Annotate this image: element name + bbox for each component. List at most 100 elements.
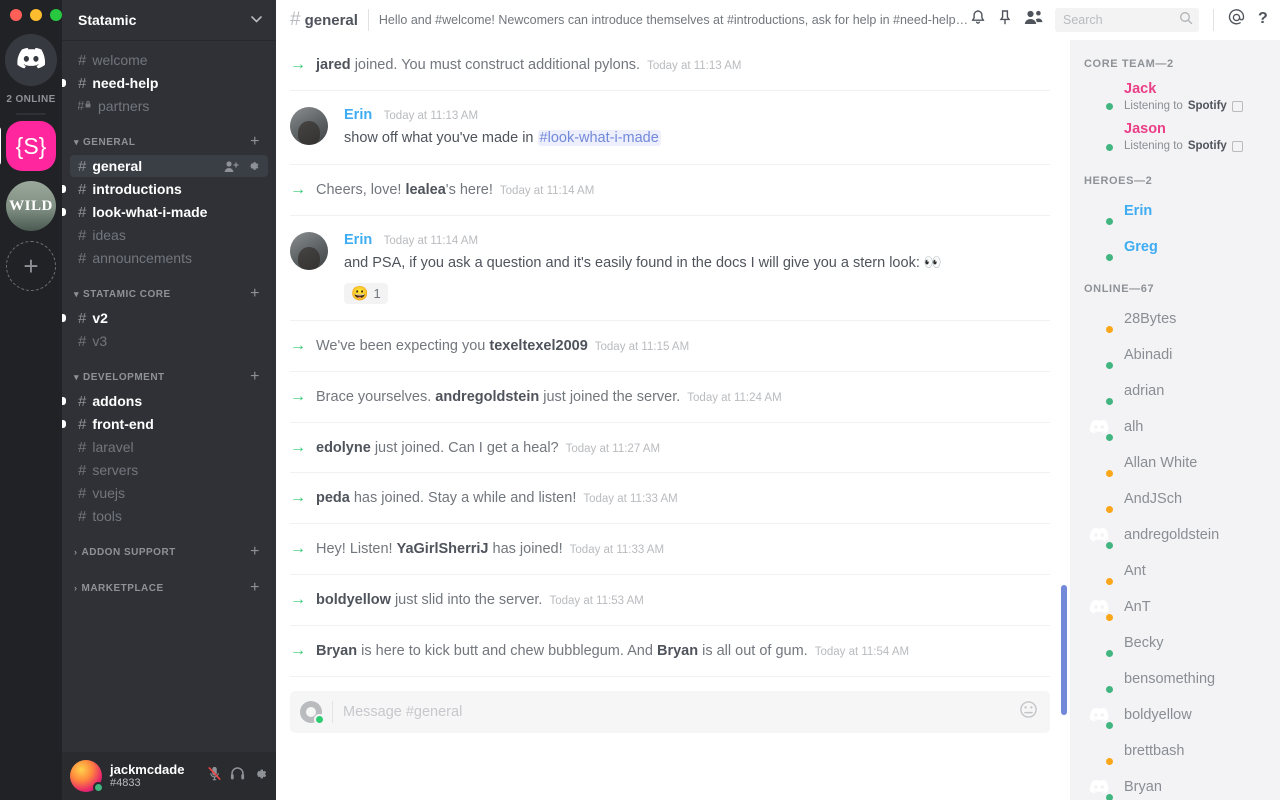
member-row[interactable]: AnT [1070, 589, 1280, 625]
channel-v3[interactable]: # v3 [70, 330, 268, 352]
category-general[interactable]: ▾ GENERAL + [62, 118, 276, 154]
settings-gear-icon[interactable] [252, 766, 268, 787]
member-row[interactable]: Becky [1070, 625, 1280, 661]
channel-vuejs[interactable]: # vuejs [70, 482, 268, 504]
member-row[interactable]: Erin [1070, 193, 1280, 229]
window-maximize-button[interactable] [50, 9, 62, 21]
channel-servers[interactable]: # servers [70, 459, 268, 481]
member-row[interactable]: 28Bytes [1070, 301, 1280, 337]
window-close-button[interactable] [10, 9, 22, 21]
search-box[interactable] [1055, 8, 1199, 32]
guild-header-button[interactable]: Statamic [62, 0, 276, 40]
member-name: Jason [1124, 121, 1166, 138]
channel-sidebar: Statamic # welcome # need-help # [62, 0, 276, 800]
channel-name: laravel [92, 439, 134, 455]
member-row[interactable]: Bryan [1070, 769, 1280, 800]
unread-indicator [62, 185, 66, 193]
category-addon-support[interactable]: › ADDON SUPPORT + [62, 528, 276, 564]
help-icon[interactable]: ? [1257, 9, 1270, 32]
member-row[interactable]: AndJSch [1070, 481, 1280, 517]
members-icon[interactable] [1024, 10, 1043, 30]
category-statamic-core[interactable]: ▾ STATAMIC CORE + [62, 270, 276, 306]
guild-item-statamic[interactable]: {S} [0, 121, 56, 171]
channel-need-help[interactable]: # need-help [62, 72, 268, 94]
mute-icon[interactable] [206, 765, 223, 787]
message-scrollbar[interactable] [1061, 585, 1067, 715]
member-row[interactable]: Jack Listening to Spotify [1070, 76, 1280, 116]
channel-welcome[interactable]: # welcome [70, 49, 268, 71]
join-arrow-icon: → [290, 336, 306, 354]
message-composer[interactable] [290, 690, 1050, 733]
deafen-icon[interactable] [229, 765, 246, 787]
avatar[interactable] [70, 760, 104, 793]
add-member-icon[interactable] [224, 160, 239, 173]
emoji-picker-icon[interactable] [1019, 700, 1038, 724]
online-count-label: 2 ONLINE [6, 94, 56, 105]
channel-mention-link[interactable]: #look-what-i-made [537, 129, 661, 146]
category-marketplace[interactable]: › MARKETPLACE + [62, 564, 276, 600]
add-channel-button[interactable]: + [250, 369, 260, 385]
system-message: → Cheers, love! lealea's here! Today at 1… [290, 165, 1050, 217]
channel-front-end[interactable]: # front-end [62, 413, 268, 435]
gear-icon[interactable] [246, 159, 260, 173]
add-channel-button[interactable]: + [250, 134, 260, 150]
message-input[interactable] [343, 703, 1019, 720]
message-author[interactable]: Erin [344, 232, 372, 248]
avatar[interactable] [290, 232, 328, 271]
unread-indicator [62, 208, 66, 216]
channel-look-what-i-made[interactable]: # look-what-i-made [62, 201, 268, 223]
chevron-right-icon: › [74, 547, 78, 557]
member-row[interactable]: adrian [1070, 373, 1280, 409]
member-row[interactable]: Abinadi [1070, 337, 1280, 373]
member-row[interactable]: alh [1070, 409, 1280, 445]
status-badge [1104, 611, 1115, 623]
channel-partners[interactable]: # partners [70, 95, 268, 117]
pin-icon[interactable] [998, 9, 1012, 31]
member-row[interactable]: brettbash [1070, 733, 1280, 769]
status-badge [1104, 215, 1115, 227]
discord-home-button[interactable] [5, 34, 57, 86]
search-input[interactable] [1063, 13, 1179, 27]
category-development[interactable]: ▾ DEVELOPMENT + [62, 353, 276, 389]
message-author[interactable]: Erin [344, 107, 372, 123]
member-name: AnT [1124, 598, 1151, 615]
channel-announcements[interactable]: # announcements [70, 247, 268, 269]
member-row[interactable]: andregoldstein [1070, 517, 1280, 553]
add-server-button[interactable]: + [6, 241, 56, 291]
member-row[interactable]: boldyellow [1070, 697, 1280, 733]
chevron-down-icon: ▾ [74, 288, 80, 299]
upload-plus-icon[interactable] [300, 700, 325, 725]
member-list[interactable]: CORE TEAM—2 Jack Listening to Spotify Ja… [1070, 40, 1280, 800]
guild-item-wild[interactable]: WILD [6, 181, 56, 231]
channel-name: announcements [92, 250, 192, 266]
channel-addons[interactable]: # addons [62, 390, 268, 412]
member-row[interactable]: Allan White [1070, 445, 1280, 481]
channel-laravel[interactable]: # laravel [70, 436, 268, 458]
message-reaction[interactable]: 😀 1 [344, 282, 388, 304]
add-channel-button[interactable]: + [250, 544, 260, 560]
member-row[interactable]: bensomething [1070, 661, 1280, 697]
channel-introductions[interactable]: # introductions [62, 178, 268, 200]
unread-indicator [62, 397, 66, 405]
channel-tools[interactable]: # tools [70, 505, 268, 527]
window-minimize-button[interactable] [30, 9, 42, 21]
status-badge [1104, 683, 1115, 695]
avatar [1084, 196, 1115, 227]
channel-ideas[interactable]: # ideas [70, 224, 268, 246]
member-row[interactable]: Jason Listening to Spotify [1070, 116, 1280, 156]
message-list[interactable]: → jared joined. You must construct addit… [276, 40, 1070, 800]
channel-list: # welcome # need-help # partners [62, 40, 276, 752]
hash-icon: # [78, 226, 87, 244]
at-icon[interactable] [1228, 9, 1245, 31]
member-row[interactable]: Ant [1070, 553, 1280, 589]
channel-name: addons [92, 393, 143, 409]
bell-icon[interactable] [970, 9, 986, 31]
plus-icon: + [6, 241, 56, 291]
add-channel-button[interactable]: + [250, 580, 260, 596]
add-channel-button[interactable]: + [250, 286, 260, 302]
member-row[interactable]: Greg [1070, 229, 1280, 265]
channel-general[interactable]: # general [70, 155, 268, 177]
avatar[interactable] [290, 106, 328, 145]
channel-v2[interactable]: # v2 [62, 307, 268, 329]
channel-topic: Hello and #welcome! Newcomers can introd… [378, 13, 970, 27]
